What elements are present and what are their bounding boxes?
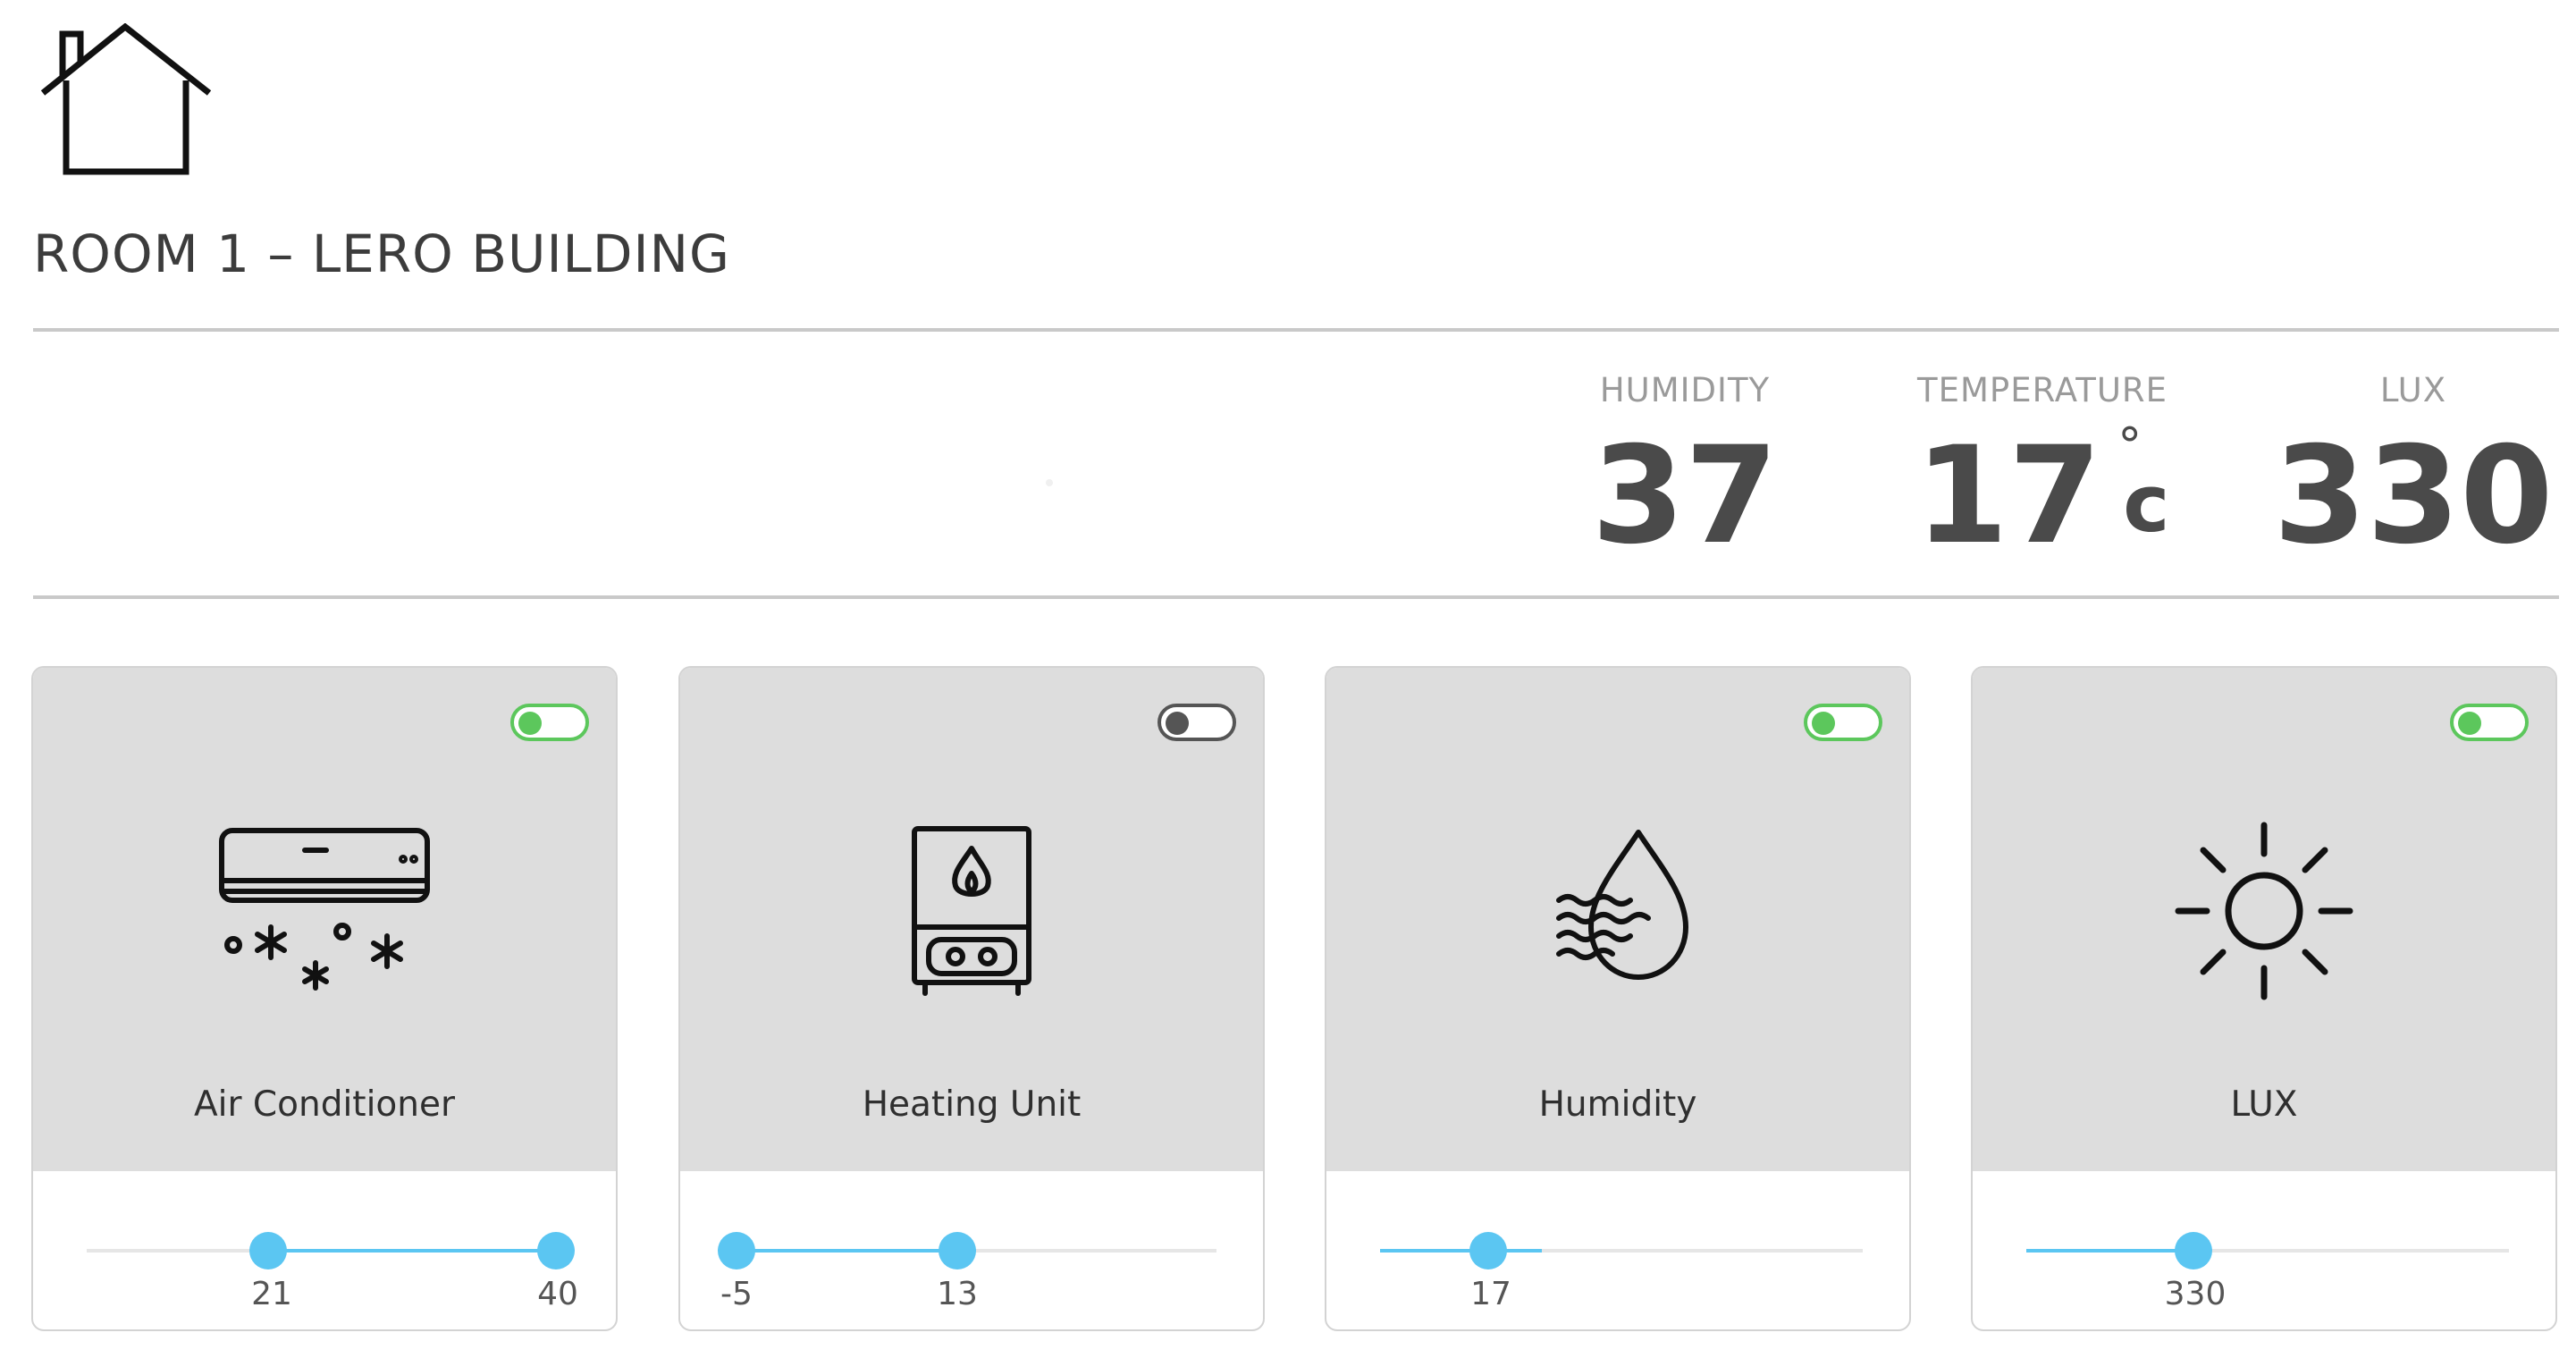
temperature-value-row: 17 ° c — [1890, 422, 2194, 564]
slider-thumb-min[interactable] — [718, 1232, 755, 1269]
air-conditioner-icon — [208, 822, 441, 1000]
slider-fill — [2026, 1249, 2193, 1253]
slider-value: 330 — [2164, 1276, 2227, 1312]
slider-fill — [1380, 1249, 1542, 1253]
card-header: Humidity — [1326, 668, 1909, 1171]
power-toggle[interactable] — [510, 704, 589, 741]
slider-value: 17 — [1470, 1276, 1511, 1312]
slider-max-value: 13 — [937, 1276, 978, 1312]
device-card-lux: LUX 330 — [1971, 666, 2557, 1331]
slider-thumb[interactable] — [1469, 1232, 1507, 1269]
slider-thumb-max[interactable] — [537, 1232, 575, 1269]
device-card-humidity: Humidity 17 — [1325, 666, 1911, 1331]
device-card-heating-unit: Heating Unit -5 13 — [678, 666, 1265, 1331]
sun-icon — [2148, 822, 2380, 1000]
lux-label: LUX — [2379, 371, 2447, 409]
temperature-reading: TEMPERATURE 17 ° c — [1890, 371, 2194, 563]
device-name: Air Conditioner — [193, 1084, 456, 1125]
power-toggle[interactable] — [2450, 704, 2529, 741]
home-icon[interactable] — [39, 23, 215, 175]
power-toggle[interactable] — [1804, 704, 1882, 741]
toggle-knob — [1812, 712, 1835, 735]
slider-thumb-min[interactable] — [249, 1232, 287, 1269]
slider-max-value: 40 — [537, 1276, 578, 1312]
toggle-knob — [518, 712, 542, 735]
lux-value: 330 — [2273, 418, 2554, 574]
divider — [33, 328, 2559, 332]
temperature-value: 17 — [1915, 418, 2102, 574]
humidity-reading: HUMIDITY 37 — [1569, 371, 1801, 563]
humidity-label: HUMIDITY — [1599, 371, 1771, 409]
slider-fill — [737, 1249, 957, 1253]
card-header: Heating Unit — [680, 668, 1263, 1171]
device-card-air-conditioner: Air Conditioner 21 40 — [31, 666, 618, 1331]
degree-symbol: ° — [2117, 418, 2142, 474]
toggle-knob — [2458, 712, 2481, 735]
slider-fill — [268, 1249, 556, 1253]
card-header: LUX — [1973, 668, 2555, 1171]
slider-min-value: 21 — [251, 1276, 292, 1312]
device-name: Heating Unit — [862, 1084, 1082, 1125]
temperature-unit: ° c — [2117, 422, 2169, 550]
slider-min-value: -5 — [720, 1276, 753, 1312]
device-name: Humidity — [1538, 1084, 1697, 1125]
lux-reading: LUX 330 — [2266, 371, 2561, 563]
temperature-label: TEMPERATURE — [1916, 371, 2168, 409]
heater-icon — [855, 822, 1088, 1000]
decorative-dot — [1046, 479, 1053, 486]
page-title: ROOM 1 – LERO BUILDING — [33, 224, 730, 284]
toggle-knob — [1166, 712, 1189, 735]
slider-thumb-max[interactable] — [939, 1232, 976, 1269]
divider — [33, 595, 2559, 599]
card-header: Air Conditioner — [33, 668, 616, 1171]
humidity-value: 37 — [1591, 418, 1779, 574]
power-toggle[interactable] — [1158, 704, 1236, 741]
slider-thumb[interactable] — [2175, 1232, 2212, 1269]
device-name: LUX — [2230, 1084, 2298, 1125]
humidity-drop-icon — [1502, 822, 1734, 1000]
